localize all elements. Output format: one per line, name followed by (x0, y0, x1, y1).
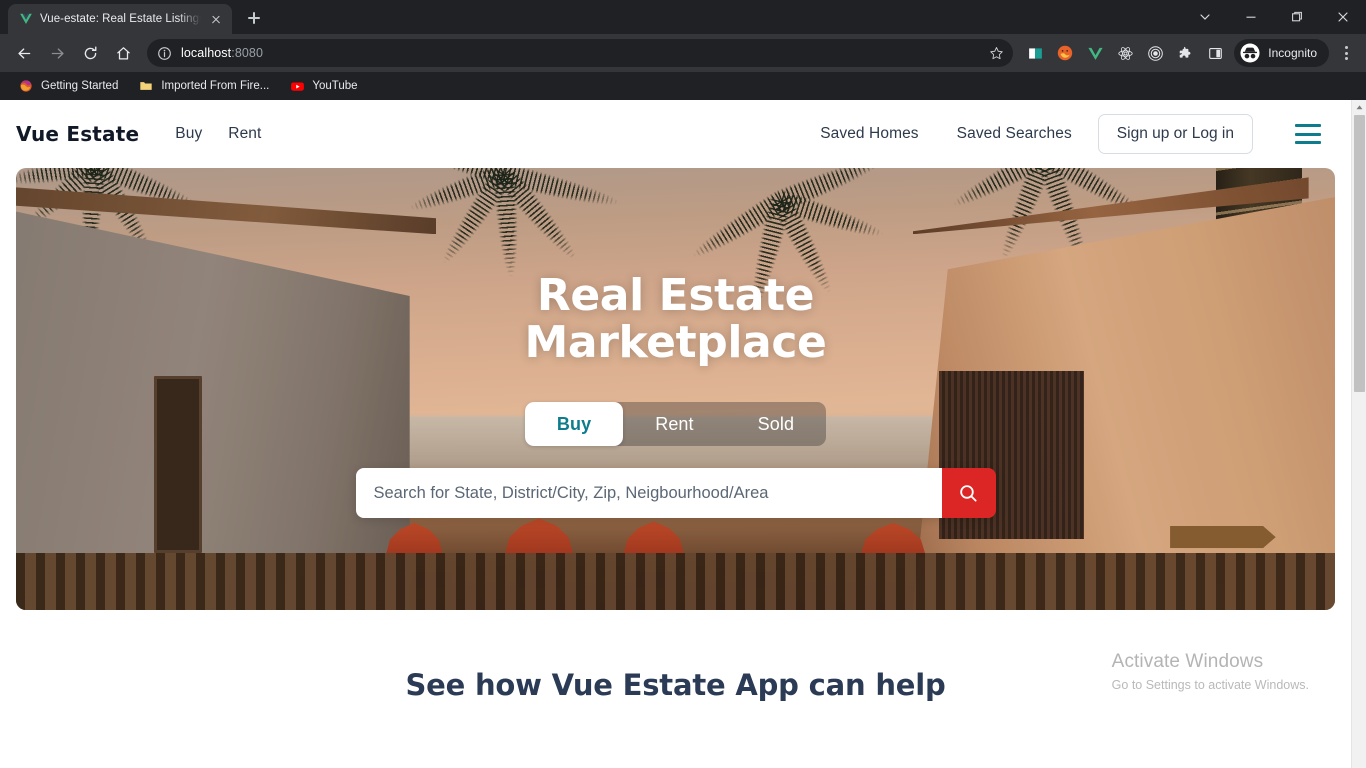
tab-buy[interactable]: Buy (524, 402, 624, 447)
hero-content: Real Estate Marketplace Buy Rent Sold (16, 168, 1335, 610)
home-icon[interactable] (107, 37, 139, 69)
hero-title-line-1: Real Estate (536, 270, 815, 321)
site-information-icon[interactable] (157, 46, 172, 61)
close-icon[interactable] (208, 11, 224, 27)
nav-item-rent[interactable]: Rent (228, 125, 261, 143)
bookmark-star-icon[interactable] (983, 40, 1009, 66)
search-magnifier-icon (958, 483, 979, 504)
puzzle-extensions-icon[interactable] (1172, 40, 1198, 66)
vue-logo-icon (18, 12, 33, 27)
minimize-icon[interactable] (1228, 0, 1274, 34)
bookmark-label: Getting Started (41, 80, 119, 92)
site-navbar: Vue Estate Buy Rent Saved Homes Saved Se… (0, 100, 1351, 168)
tab-rent[interactable]: Rent (623, 402, 725, 446)
youtube-icon (289, 78, 305, 94)
bookmarks-bar: Getting Started Imported From Fire... Yo… (0, 72, 1366, 100)
close-window-icon[interactable] (1320, 0, 1366, 34)
page-viewport: Vue Estate Buy Rent Saved Homes Saved Se… (0, 100, 1366, 768)
firefox-extension-icon[interactable] (1052, 40, 1078, 66)
nav-item-saved-searches[interactable]: Saved Searches (957, 125, 1072, 143)
browser-toolbar: localhost:8080 Incognito (0, 34, 1366, 72)
web-page: Vue Estate Buy Rent Saved Homes Saved Se… (0, 100, 1351, 768)
window-controls (1182, 0, 1366, 34)
bookmark-getting-started[interactable]: Getting Started (10, 75, 126, 97)
browser-titlebar: Vue-estate: Real Estate Listings, H (0, 0, 1366, 34)
section-title: See how Vue Estate App can help (405, 668, 946, 702)
bookmark-label: Imported From Fire... (161, 80, 270, 92)
nav-item-saved-homes[interactable]: Saved Homes (820, 125, 918, 143)
scroll-up-icon[interactable] (1352, 100, 1366, 115)
hero-title-line-2: Marketplace (524, 317, 827, 369)
browser-window: Vue-estate: Real Estate Listings, H (0, 0, 1366, 768)
target-extension-icon[interactable] (1142, 40, 1168, 66)
incognito-hat-icon (1239, 42, 1261, 64)
firefox-icon (18, 78, 34, 94)
react-devtools-icon[interactable] (1112, 40, 1138, 66)
primary-nav: Buy Rent (175, 125, 261, 143)
address-bar[interactable]: localhost:8080 (147, 39, 1014, 67)
nav-item-buy[interactable]: Buy (175, 125, 202, 143)
side-panel-icon[interactable] (1202, 40, 1228, 66)
search-input[interactable] (355, 468, 942, 519)
bookmark-youtube[interactable]: YouTube (281, 75, 365, 97)
tab-sold[interactable]: Sold (726, 402, 826, 446)
back-icon[interactable] (8, 37, 40, 69)
location-search-bar (355, 468, 996, 519)
listing-type-tabs: Buy Rent Sold (524, 402, 827, 447)
forward-icon[interactable] (41, 37, 73, 69)
chevron-down-icon[interactable] (1182, 0, 1228, 34)
hamburger-menu-icon[interactable] (1295, 124, 1321, 144)
bookmark-label: YouTube (312, 80, 358, 92)
reload-icon[interactable] (74, 37, 106, 69)
incognito-indicator[interactable]: Incognito (1234, 39, 1329, 67)
hero-banner: Real Estate Marketplace Buy Rent Sold (16, 168, 1335, 610)
secondary-nav: Saved Homes Saved Searches Sign up or Lo… (820, 114, 1321, 154)
page-scrollbar[interactable] (1351, 100, 1366, 768)
site-logo[interactable]: Vue Estate (16, 122, 139, 146)
browser-tab[interactable]: Vue-estate: Real Estate Listings, H (8, 4, 232, 34)
tab-strip: Vue-estate: Real Estate Listings, H (0, 0, 268, 34)
extensions-row (1022, 40, 1228, 66)
tab-title: Vue-estate: Real Estate Listings, H (40, 13, 201, 25)
search-button[interactable] (941, 468, 996, 519)
reading-list-icon[interactable] (1022, 40, 1048, 66)
browser-menu-icon[interactable] (1332, 37, 1360, 69)
url-text: localhost:8080 (181, 46, 264, 60)
scrollbar-thumb[interactable] (1354, 115, 1365, 392)
help-section: See how Vue Estate App can help (0, 610, 1351, 702)
bookmark-imported-from-firefox[interactable]: Imported From Fire... (130, 75, 277, 97)
hero-title: Real Estate Marketplace (525, 272, 827, 366)
incognito-label: Incognito (1268, 46, 1317, 60)
vue-devtools-icon[interactable] (1082, 40, 1108, 66)
signup-login-button[interactable]: Sign up or Log in (1097, 114, 1253, 154)
folder-icon (138, 78, 154, 94)
maximize-icon[interactable] (1274, 0, 1320, 34)
new-tab-button[interactable] (240, 4, 268, 32)
